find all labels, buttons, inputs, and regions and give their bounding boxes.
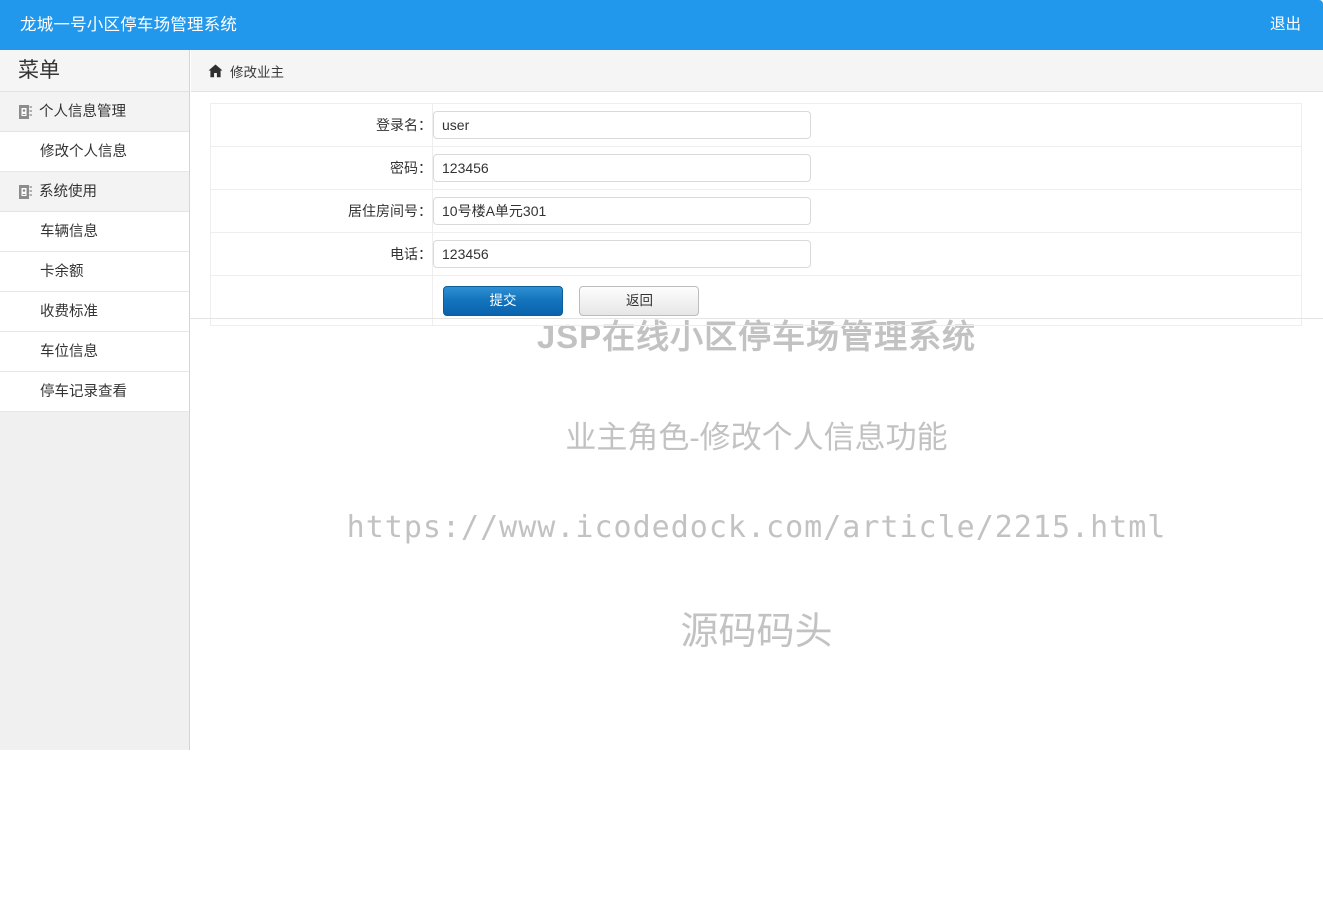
sidebar: 菜单 个人信息管理 修改个人信息 系统使用 车辆信息 卡余额 收费标准 车位信息… xyxy=(0,50,190,750)
page-root: 龙城一号小区停车场管理系统 退出 菜单 个人信息管理 修改个人信息 系统使用 车… xyxy=(0,0,1323,914)
submit-button[interactable]: 提交 xyxy=(443,285,563,316)
sidebar-menu: 个人信息管理 修改个人信息 系统使用 车辆信息 卡余额 收费标准 车位信息 停车… xyxy=(0,92,189,412)
top-navbar: 龙城一号小区停车场管理系统 退出 xyxy=(0,0,1323,50)
phone-input[interactable] xyxy=(433,240,811,268)
breadcrumb-text: 修改业主 xyxy=(230,64,284,80)
sidebar-item-card-balance[interactable]: 卡余额 xyxy=(0,252,189,292)
home-icon xyxy=(208,64,223,78)
table-row: 电话： xyxy=(210,232,1302,276)
sidebar-item-vehicle-info[interactable]: 车辆信息 xyxy=(0,212,189,252)
password-input[interactable] xyxy=(433,154,811,182)
edit-owner-form: 登录名： 密码： 居住房间号： 电话： xyxy=(210,103,1302,326)
password-label: 密码： xyxy=(210,146,433,190)
app-title[interactable]: 龙城一号小区停车场管理系统 xyxy=(20,0,237,50)
book-icon xyxy=(19,184,32,199)
sidebar-group-personal-info[interactable]: 个人信息管理 xyxy=(0,92,189,132)
book-icon xyxy=(19,104,32,119)
room-number-input[interactable] xyxy=(433,197,811,225)
sidebar-item-fee-standard[interactable]: 收费标准 xyxy=(0,292,189,332)
sidebar-group-label: 系统使用 xyxy=(39,183,97,200)
table-row: 密码： xyxy=(210,146,1302,190)
watermark-line-2: 业主角色-修改个人信息功能 xyxy=(565,420,948,455)
sidebar-group-system-usage[interactable]: 系统使用 xyxy=(0,172,189,212)
table-row: 居住房间号： xyxy=(210,189,1302,233)
login-name-cell xyxy=(432,103,1302,147)
phone-label: 电话： xyxy=(210,232,433,276)
watermark-line-3: https://www.icodedock.com/article/2215.h… xyxy=(346,510,1167,545)
login-name-label: 登录名： xyxy=(210,103,433,147)
back-button[interactable]: 返回 xyxy=(579,285,700,316)
password-cell xyxy=(432,146,1302,190)
sidebar-title: 菜单 xyxy=(0,50,189,92)
room-number-label: 居住房间号： xyxy=(210,189,433,233)
watermark-line-4: 源码码头 xyxy=(680,611,833,653)
sidebar-item-edit-personal-info[interactable]: 修改个人信息 xyxy=(0,132,189,172)
content-divider xyxy=(190,318,1323,319)
sidebar-item-parking-records[interactable]: 停车记录查看 xyxy=(0,372,189,412)
room-number-cell xyxy=(432,189,1302,233)
table-row: 登录名： xyxy=(210,103,1302,147)
sidebar-item-parking-space-info[interactable]: 车位信息 xyxy=(0,332,189,372)
sidebar-group-label: 个人信息管理 xyxy=(39,103,126,120)
form-table: 登录名： 密码： 居住房间号： 电话： xyxy=(210,103,1302,326)
login-name-input[interactable] xyxy=(433,111,811,139)
breadcrumb: 修改业主 xyxy=(191,50,1323,92)
phone-cell xyxy=(432,232,1302,276)
logout-link[interactable]: 退出 xyxy=(1270,0,1301,50)
